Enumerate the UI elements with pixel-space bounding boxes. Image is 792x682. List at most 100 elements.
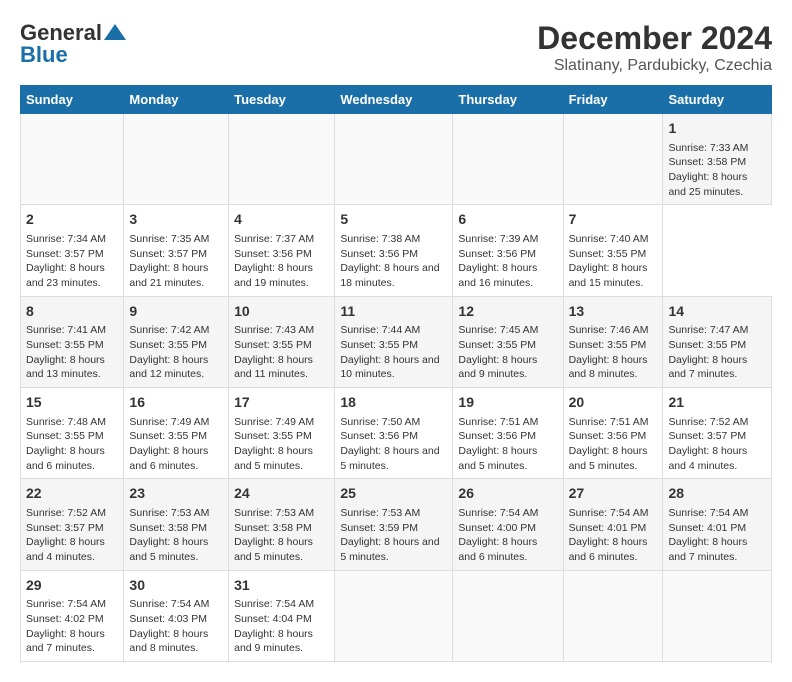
sunset-text: Sunset: 3:55 PM [340, 338, 447, 353]
daylight-text: Daylight: 8 hours and 4 minutes. [26, 535, 118, 564]
day-number: 4 [234, 210, 329, 230]
logo: General Blue [20, 20, 126, 68]
sunrise-text: Sunrise: 7:53 AM [340, 506, 447, 521]
day-number: 26 [458, 484, 557, 504]
day-number: 1 [668, 119, 766, 139]
table-row: 22Sunrise: 7:52 AMSunset: 3:57 PMDayligh… [21, 479, 124, 570]
sunset-text: Sunset: 3:56 PM [458, 247, 557, 262]
table-row: 12Sunrise: 7:45 AMSunset: 3:55 PMDayligh… [453, 296, 563, 387]
week-row-6: 29Sunrise: 7:54 AMSunset: 4:02 PMDayligh… [21, 570, 772, 661]
day-number: 10 [234, 302, 329, 322]
table-row [229, 114, 335, 205]
sunset-text: Sunset: 3:57 PM [129, 247, 223, 262]
table-row [563, 114, 663, 205]
table-row: 27Sunrise: 7:54 AMSunset: 4:01 PMDayligh… [563, 479, 663, 570]
daylight-text: Daylight: 8 hours and 10 minutes. [340, 353, 447, 382]
sunrise-text: Sunrise: 7:54 AM [569, 506, 658, 521]
table-row: 26Sunrise: 7:54 AMSunset: 4:00 PMDayligh… [453, 479, 563, 570]
day-number: 27 [569, 484, 658, 504]
table-row: 14Sunrise: 7:47 AMSunset: 3:55 PMDayligh… [663, 296, 772, 387]
day-number: 30 [129, 576, 223, 596]
day-number: 23 [129, 484, 223, 504]
day-number: 3 [129, 210, 223, 230]
sunrise-text: Sunrise: 7:42 AM [129, 323, 223, 338]
sunrise-text: Sunrise: 7:44 AM [340, 323, 447, 338]
sunset-text: Sunset: 4:01 PM [668, 521, 766, 536]
sunset-text: Sunset: 3:56 PM [234, 247, 329, 262]
table-row [335, 570, 453, 661]
table-row: 1Sunrise: 7:33 AMSunset: 3:58 PMDaylight… [663, 114, 772, 205]
sunrise-text: Sunrise: 7:45 AM [458, 323, 557, 338]
table-row: 18Sunrise: 7:50 AMSunset: 3:56 PMDayligh… [335, 388, 453, 479]
calendar-table: SundayMondayTuesdayWednesdayThursdayFrid… [20, 85, 772, 662]
table-row: 30Sunrise: 7:54 AMSunset: 4:03 PMDayligh… [124, 570, 229, 661]
table-row: 6Sunrise: 7:39 AMSunset: 3:56 PMDaylight… [453, 205, 563, 296]
table-row: 20Sunrise: 7:51 AMSunset: 3:56 PMDayligh… [563, 388, 663, 479]
table-row: 13Sunrise: 7:46 AMSunset: 3:55 PMDayligh… [563, 296, 663, 387]
title-block: December 2024 Slatinany, Pardubicky, Cze… [537, 20, 772, 75]
daylight-text: Daylight: 8 hours and 5 minutes. [458, 444, 557, 473]
daylight-text: Daylight: 8 hours and 8 minutes. [569, 353, 658, 382]
day-number: 25 [340, 484, 447, 504]
sunset-text: Sunset: 4:04 PM [234, 612, 329, 627]
day-number: 11 [340, 302, 447, 322]
table-row: 4 Sunrise: 7:37 AMSunset: 3:56 PMDaylight… [229, 205, 335, 296]
sunrise-text: Sunrise: 7:49 AM [129, 415, 223, 430]
sunrise-text: Sunrise: 7:53 AM [129, 506, 223, 521]
sunset-text: Sunset: 3:55 PM [129, 429, 223, 444]
sunset-text: Sunset: 3:58 PM [129, 521, 223, 536]
daylight-text: Daylight: 8 hours and 15 minutes. [569, 261, 658, 290]
daylight-text: Daylight: 8 hours and 7 minutes. [26, 627, 118, 656]
sunrise-text: Sunrise: 7:51 AM [458, 415, 557, 430]
day-number: 5 [340, 210, 447, 230]
table-row: 17Sunrise: 7:49 AMSunset: 3:55 PMDayligh… [229, 388, 335, 479]
day-header-thursday: Thursday [453, 86, 563, 114]
sunrise-text: Sunrise: 7:54 AM [26, 597, 118, 612]
sunset-text: Sunset: 3:55 PM [234, 338, 329, 353]
daylight-text: Daylight: 8 hours and 4 minutes. [668, 444, 766, 473]
daylight-text: Daylight: 8 hours and 9 minutes. [234, 627, 329, 656]
table-row: 15Sunrise: 7:48 AMSunset: 3:55 PMDayligh… [21, 388, 124, 479]
table-row [453, 114, 563, 205]
day-number: 9 [129, 302, 223, 322]
sunset-text: Sunset: 4:01 PM [569, 521, 658, 536]
day-number: 19 [458, 393, 557, 413]
daylight-text: Daylight: 8 hours and 18 minutes. [340, 261, 447, 290]
day-number: 2 [26, 210, 118, 230]
daylight-text: Daylight: 8 hours and 9 minutes. [458, 353, 557, 382]
week-row-5: 22Sunrise: 7:52 AMSunset: 3:57 PMDayligh… [21, 479, 772, 570]
sunrise-text: Sunrise: 7:47 AM [668, 323, 766, 338]
table-row: 2Sunrise: 7:34 AMSunset: 3:57 PMDaylight… [21, 205, 124, 296]
day-number: 22 [26, 484, 118, 504]
logo-triangle-icon [104, 22, 126, 44]
table-row [663, 570, 772, 661]
daylight-text: Daylight: 8 hours and 19 minutes. [234, 261, 329, 290]
daylight-text: Daylight: 8 hours and 6 minutes. [458, 535, 557, 564]
daylight-text: Daylight: 8 hours and 13 minutes. [26, 353, 118, 382]
sunrise-text: Sunrise: 7:37 AM [234, 232, 329, 247]
table-row: 19Sunrise: 7:51 AMSunset: 3:56 PMDayligh… [453, 388, 563, 479]
sunset-text: Sunset: 3:56 PM [340, 247, 447, 262]
day-header-row: SundayMondayTuesdayWednesdayThursdayFrid… [21, 86, 772, 114]
table-row: 29Sunrise: 7:54 AMSunset: 4:02 PMDayligh… [21, 570, 124, 661]
week-row-3: 8Sunrise: 7:41 AMSunset: 3:55 PMDaylight… [21, 296, 772, 387]
daylight-text: Daylight: 8 hours and 5 minutes. [234, 535, 329, 564]
day-number: 20 [569, 393, 658, 413]
daylight-text: Daylight: 8 hours and 7 minutes. [668, 535, 766, 564]
day-number: 29 [26, 576, 118, 596]
daylight-text: Daylight: 8 hours and 5 minutes. [129, 535, 223, 564]
logo-text-blue: Blue [20, 42, 68, 68]
sunset-text: Sunset: 3:57 PM [668, 429, 766, 444]
sunrise-text: Sunrise: 7:49 AM [234, 415, 329, 430]
table-row: 21Sunrise: 7:52 AMSunset: 3:57 PMDayligh… [663, 388, 772, 479]
sunset-text: Sunset: 3:57 PM [26, 247, 118, 262]
daylight-text: Daylight: 8 hours and 16 minutes. [458, 261, 557, 290]
daylight-text: Daylight: 8 hours and 7 minutes. [668, 353, 766, 382]
table-row: 3Sunrise: 7:35 AMSunset: 3:57 PMDaylight… [124, 205, 229, 296]
table-row: 9Sunrise: 7:42 AMSunset: 3:55 PMDaylight… [124, 296, 229, 387]
sunrise-text: Sunrise: 7:52 AM [26, 506, 118, 521]
sunset-text: Sunset: 4:03 PM [129, 612, 223, 627]
table-row: 24Sunrise: 7:53 AMSunset: 3:58 PMDayligh… [229, 479, 335, 570]
month-title: December 2024 [537, 20, 772, 57]
sunrise-text: Sunrise: 7:50 AM [340, 415, 447, 430]
